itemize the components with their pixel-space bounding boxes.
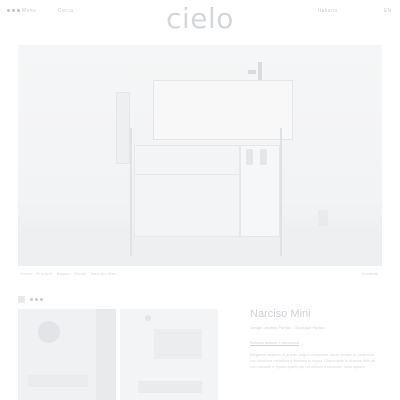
- bottle: [246, 149, 253, 165]
- wall-lamp: [145, 315, 151, 321]
- breadcrumb-item[interactable]: Prodotti: [36, 271, 52, 276]
- waste-bin: [318, 210, 328, 226]
- product-description: Elegante sistema di arredo bagno compost…: [250, 352, 377, 370]
- wall-panel: [96, 309, 116, 400]
- gallery-controls: [18, 296, 43, 303]
- mirror: [154, 329, 202, 359]
- frame-leg-right: [280, 128, 282, 256]
- share-link[interactable]: Condividi: [362, 271, 378, 276]
- towel: [116, 92, 130, 164]
- faucet: [258, 62, 262, 82]
- breadcrumb-item[interactable]: Bagno: [57, 271, 70, 276]
- bottle: [260, 149, 267, 165]
- sink: [28, 375, 88, 387]
- grid-view-icon[interactable]: [18, 296, 25, 303]
- sink: [138, 381, 202, 393]
- site-logo[interactable]: cielo: [0, 2, 400, 35]
- site-header: Menu Cerca cielo Italiano EN: [0, 0, 400, 38]
- technical-sheet-link[interactable]: Scheda tecnica e download: [250, 340, 299, 345]
- product-designer: Design: Andrea Parisio · Giuseppe Parisi…: [250, 325, 325, 330]
- more-icon[interactable]: [30, 298, 43, 301]
- basin: [153, 80, 293, 140]
- breadcrumb-current: Narciso Mini: [91, 271, 117, 276]
- breadcrumb-item[interactable]: Mobili: [74, 271, 86, 276]
- gallery-thumbnail[interactable]: [18, 309, 116, 400]
- round-mirror: [38, 321, 60, 343]
- hero-product-image: [18, 45, 382, 266]
- breadcrumb-item[interactable]: Home: [20, 271, 32, 276]
- breadcrumb: Home Prodotti Bagno Mobili Narciso Mini: [20, 271, 120, 276]
- faucet-spout: [248, 70, 256, 74]
- gallery-thumbnail[interactable]: [120, 309, 218, 400]
- product-title: Narciso Mini: [250, 308, 311, 320]
- language-switch-en[interactable]: EN: [384, 8, 392, 14]
- cabinet: [134, 145, 240, 237]
- language-link[interactable]: Italiano: [318, 8, 337, 14]
- frame-leg-left: [130, 128, 132, 256]
